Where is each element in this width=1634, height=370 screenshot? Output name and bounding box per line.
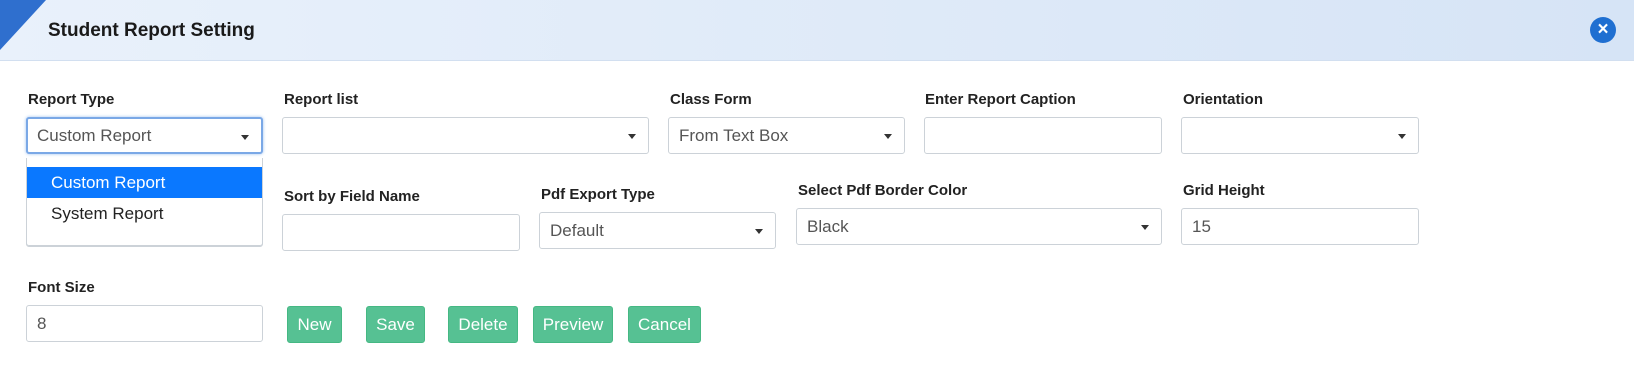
cancel-button[interactable]: Cancel bbox=[628, 306, 701, 343]
font-size-label: Font Size bbox=[28, 279, 95, 296]
pdf-export-type-select[interactable]: Default bbox=[539, 212, 776, 249]
report-type-label: Report Type bbox=[28, 91, 115, 108]
report-type-value: Custom Report bbox=[37, 126, 152, 145]
header-corner-accent bbox=[0, 0, 46, 50]
pdf-export-type-label: Pdf Export Type bbox=[541, 186, 655, 203]
orientation-label: Orientation bbox=[1183, 91, 1264, 108]
header-bar: Student Report Setting × bbox=[0, 0, 1634, 61]
new-button[interactable]: New bbox=[287, 306, 342, 343]
chevron-down-icon bbox=[628, 134, 636, 139]
pdf-border-color-value: Black bbox=[807, 217, 849, 236]
preview-button[interactable]: Preview bbox=[533, 306, 613, 343]
report-type-dropdown: Custom Report System Report bbox=[26, 158, 263, 246]
chevron-down-icon bbox=[755, 229, 763, 234]
chevron-down-icon bbox=[1398, 134, 1406, 139]
class-form-value: From Text Box bbox=[679, 126, 789, 145]
sort-by-input[interactable] bbox=[282, 214, 520, 251]
report-list-label: Report list bbox=[284, 91, 359, 108]
report-type-select[interactable]: Custom Report bbox=[26, 117, 263, 154]
pdf-border-color-select[interactable]: Black bbox=[796, 208, 1162, 245]
pdf-border-color-label: Select Pdf Border Color bbox=[798, 182, 968, 199]
font-size-input[interactable]: 8 bbox=[26, 305, 263, 342]
close-icon[interactable]: × bbox=[1590, 17, 1616, 43]
page-title: Student Report Setting bbox=[48, 20, 255, 41]
report-list-select[interactable] bbox=[282, 117, 649, 154]
pdf-export-type-value: Default bbox=[550, 221, 604, 240]
grid-height-input[interactable]: 15 bbox=[1181, 208, 1419, 245]
chevron-down-icon bbox=[884, 134, 892, 139]
grid-height-label: Grid Height bbox=[1183, 182, 1265, 199]
class-form-label: Class Form bbox=[670, 91, 752, 108]
sort-by-label: Sort by Field Name bbox=[284, 188, 420, 205]
report-caption-label: Enter Report Caption bbox=[925, 91, 1076, 108]
dropdown-option-system-report[interactable]: System Report bbox=[27, 198, 262, 229]
delete-button[interactable]: Delete bbox=[448, 306, 518, 343]
chevron-down-icon bbox=[1141, 225, 1149, 230]
orientation-select[interactable] bbox=[1181, 117, 1419, 154]
report-caption-input[interactable] bbox=[924, 117, 1162, 154]
class-form-select[interactable]: From Text Box bbox=[668, 117, 905, 154]
chevron-down-icon bbox=[241, 135, 249, 140]
dropdown-option-custom-report[interactable]: Custom Report bbox=[27, 167, 262, 198]
save-button[interactable]: Save bbox=[366, 306, 425, 343]
